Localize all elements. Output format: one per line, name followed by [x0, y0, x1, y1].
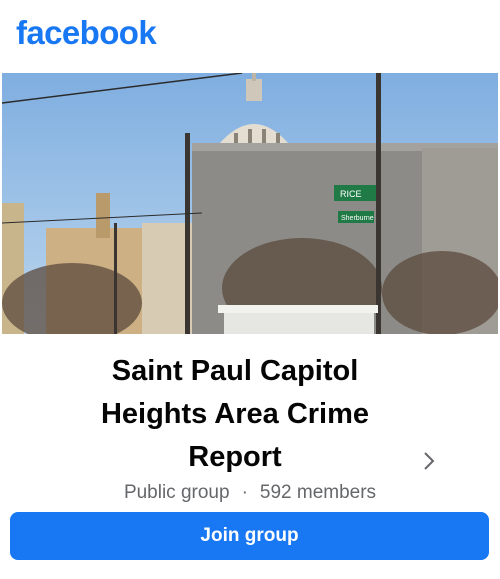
group-title-line-1: Saint Paul Capitol — [111, 355, 359, 387]
group-privacy: Public group — [123, 482, 230, 503]
group-member-count[interactable]: 592 members — [260, 482, 376, 503]
app-header: facebook — [0, 0, 500, 72]
facebook-logo[interactable]: facebook — [16, 14, 157, 52]
group-title-line-2: Heights Area Crime — [100, 398, 370, 430]
group-meta: Public group · 592 members — [0, 480, 500, 506]
group-title-line-3: Report — [188, 441, 282, 473]
group-title[interactable]: Saint Paul Capitol Heights Area Crime Re… — [60, 350, 410, 479]
chevron-right-icon[interactable] — [418, 450, 440, 472]
group-cover-photo[interactable]: RICE Sherburne — [2, 73, 498, 334]
join-group-button[interactable]: Join group — [10, 512, 489, 560]
street-sign-rice: RICE — [340, 189, 362, 199]
meta-separator: · — [241, 482, 248, 503]
street-sign-sherburne: Sherburne — [341, 215, 374, 222]
